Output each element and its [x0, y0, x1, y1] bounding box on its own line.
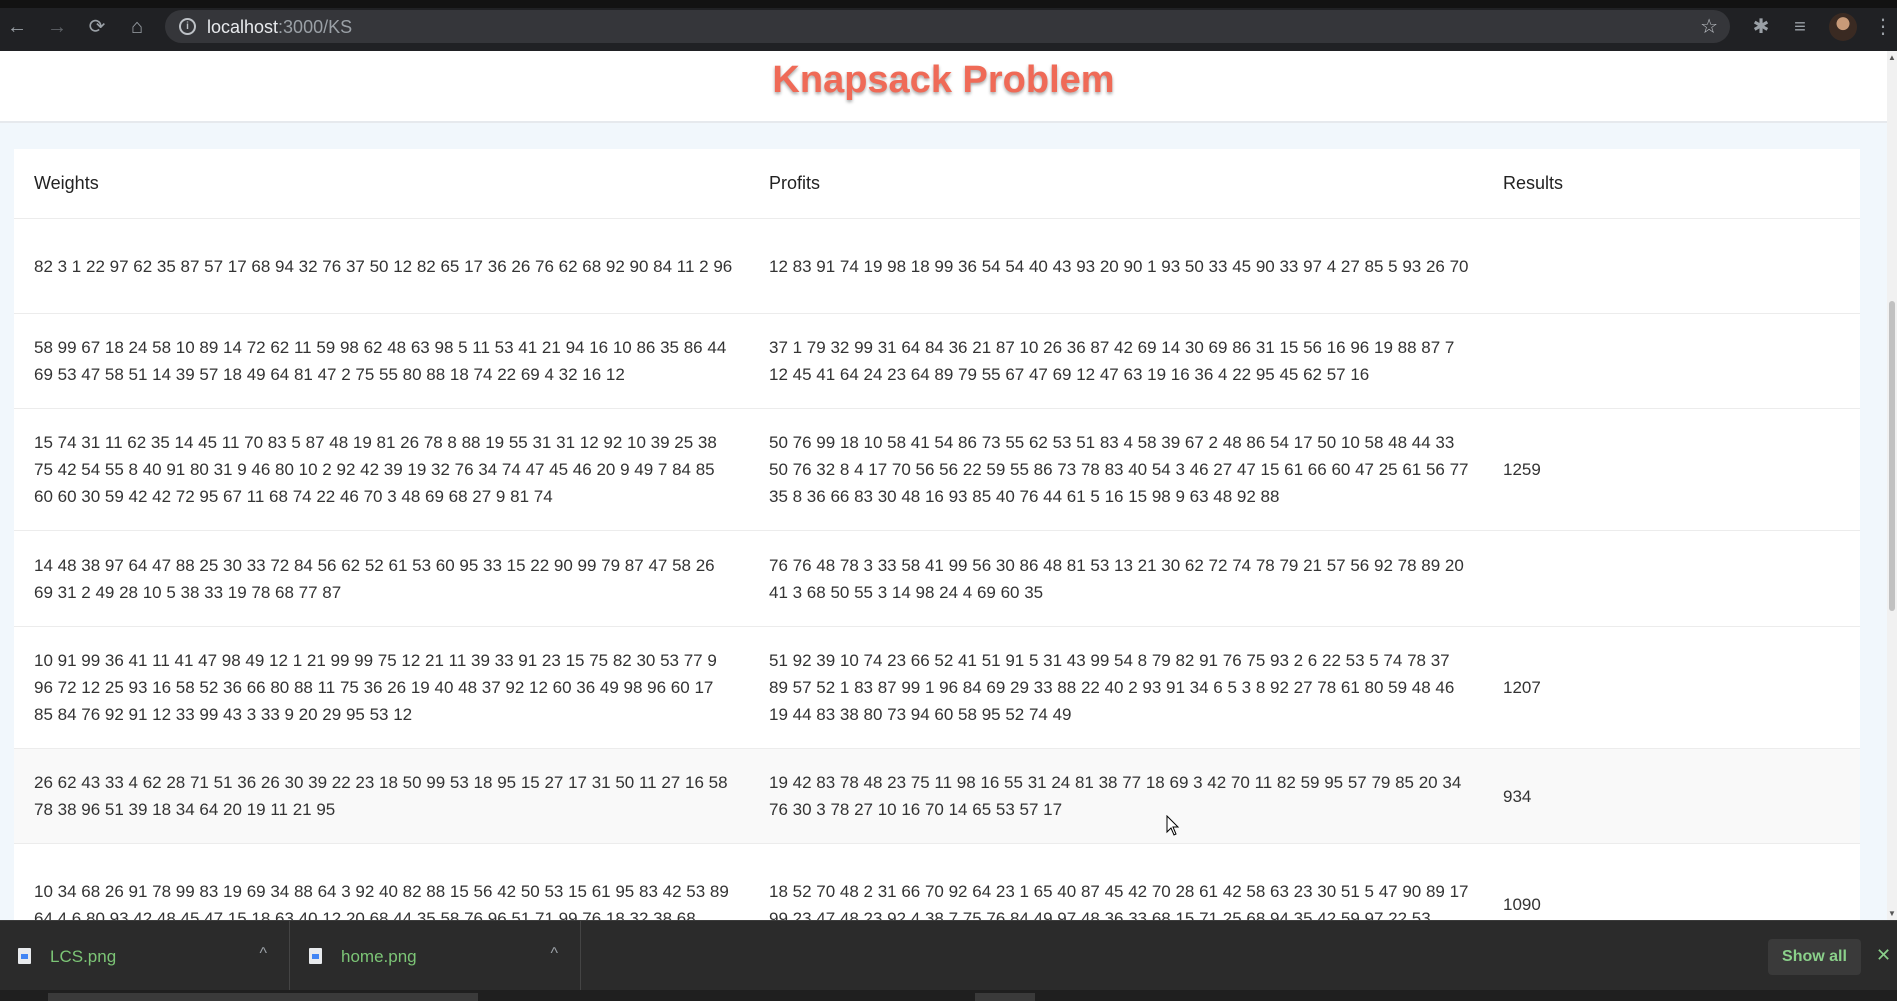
weights-cell: 58 99 67 18 24 58 10 89 14 72 62 11 59 9…	[34, 338, 727, 384]
weights-cell: 15 74 31 11 62 35 14 45 11 70 83 5 87 48…	[34, 433, 717, 506]
forward-button-icon[interactable]: →	[44, 14, 70, 40]
result-cell: 1259	[1503, 460, 1541, 479]
profile-avatar[interactable]	[1829, 13, 1857, 41]
taskbar-item[interactable]	[48, 993, 478, 1001]
image-file-icon	[309, 948, 322, 964]
table-row: 10 91 99 36 41 11 41 47 98 49 12 1 21 99…	[14, 627, 1860, 749]
weights-cell: 26 62 43 33 4 62 28 71 51 36 26 30 39 22…	[34, 773, 728, 819]
url-text[interactable]: localhost:3000/KS	[207, 17, 352, 38]
show-all-button[interactable]: Show all	[1768, 939, 1861, 975]
header-profits: Profits	[769, 173, 821, 193]
scroll-down-icon[interactable]: ▼	[1888, 909, 1896, 918]
table-row: 58 99 67 18 24 58 10 89 14 72 62 11 59 9…	[14, 314, 1860, 409]
taskbar	[0, 990, 1897, 1001]
weights-cell: 10 34 68 26 91 78 99 83 19 69 34 88 64 3…	[34, 881, 729, 921]
image-file-icon	[18, 948, 31, 964]
vertical-scrollbar[interactable]: ▲ ▼	[1887, 51, 1897, 920]
result-cell: 1207	[1503, 678, 1541, 697]
profits-cell: 19 42 83 78 48 23 75 11 98 16 55 31 24 8…	[769, 773, 1462, 819]
table-header-row: Weights Profits Results	[14, 149, 1860, 219]
taskbar-item[interactable]	[975, 993, 1035, 1001]
page-header: Knapsack Problem	[0, 51, 1887, 123]
url-path: :3000/KS	[278, 17, 353, 37]
page-title: Knapsack Problem	[772, 59, 1115, 101]
download-item[interactable]: LCS.png ^	[0, 921, 290, 991]
table-row: 10 34 68 26 91 78 99 83 19 69 34 88 64 3…	[14, 844, 1860, 921]
profits-cell: 50 76 99 18 10 58 41 54 86 73 55 62 53 5…	[769, 433, 1469, 506]
scroll-up-icon[interactable]: ▲	[1888, 53, 1896, 62]
result-cell: 1090	[1503, 895, 1541, 914]
table-row: 82 3 1 22 97 62 35 87 57 17 68 94 32 76 …	[14, 219, 1860, 314]
scrollbar-thumb[interactable]	[1889, 301, 1895, 611]
chevron-up-icon[interactable]: ^	[550, 945, 558, 963]
browser-menu-icon[interactable]: ⋮	[1873, 14, 1893, 40]
close-icon[interactable]: ✕	[1876, 945, 1891, 966]
reload-button-icon[interactable]: ⟳	[84, 14, 110, 40]
profits-cell: 51 92 39 10 74 23 66 52 41 51 91 5 31 43…	[769, 651, 1455, 724]
profits-cell: 76 76 48 78 3 33 58 41 99 56 30 86 48 81…	[769, 555, 1464, 602]
table-row: 26 62 43 33 4 62 28 71 51 36 26 30 39 22…	[14, 749, 1860, 844]
downloads-shelf: LCS.png ^ home.png ^ Show all ✕	[0, 920, 1897, 1001]
download-filename[interactable]: home.png	[341, 947, 417, 967]
profits-cell: 37 1 79 32 99 31 64 84 36 21 87 10 26 36…	[769, 338, 1455, 384]
tab-strip	[0, 0, 1897, 8]
back-button-icon[interactable]: ←	[4, 14, 30, 40]
header-results: Results	[1503, 173, 1564, 193]
result-cell: 934	[1503, 786, 1532, 806]
profits-cell: 18 52 70 48 2 31 66 70 92 64 23 1 65 40 …	[769, 881, 1469, 921]
profits-cell: 12 83 91 74 19 98 18 99 36 54 54 40 43 9…	[769, 256, 1469, 276]
media-control-icon[interactable]: ≡	[1787, 14, 1813, 40]
mouse-cursor-icon	[1166, 814, 1180, 837]
weights-cell: 14 48 38 97 64 47 88 25 30 33 72 84 56 6…	[34, 555, 715, 602]
extensions-icon[interactable]: ✱	[1748, 14, 1774, 40]
table-row: 14 48 38 97 64 47 88 25 30 33 72 84 56 6…	[14, 531, 1860, 627]
url-host: localhost	[207, 17, 279, 37]
page-viewport: Knapsack Problem Weights Profits Results…	[0, 51, 1887, 920]
download-item[interactable]: home.png ^	[291, 921, 581, 991]
download-filename[interactable]: LCS.png	[50, 947, 116, 967]
weights-cell: 82 3 1 22 97 62 35 87 57 17 68 94 32 76 …	[34, 256, 733, 276]
home-button-icon[interactable]: ⌂	[124, 14, 150, 40]
header-weights: Weights	[34, 173, 99, 193]
weights-cell: 10 91 99 36 41 11 41 47 98 49 12 1 21 99…	[34, 651, 717, 724]
results-table: Weights Profits Results 82 3 1 22 97 62 …	[14, 149, 1860, 920]
table-row: 15 74 31 11 62 35 14 45 11 70 83 5 87 48…	[14, 409, 1860, 531]
site-info-icon[interactable]: i	[179, 18, 196, 35]
bookmark-star-icon[interactable]: ☆	[1700, 14, 1718, 39]
browser-toolbar: ← → ⟳ ⌂ i localhost:3000/KS ☆ ✱ ≡ ⋮	[0, 0, 1897, 51]
address-bar[interactable]: i localhost:3000/KS ☆	[165, 10, 1730, 43]
chevron-up-icon[interactable]: ^	[259, 945, 267, 963]
